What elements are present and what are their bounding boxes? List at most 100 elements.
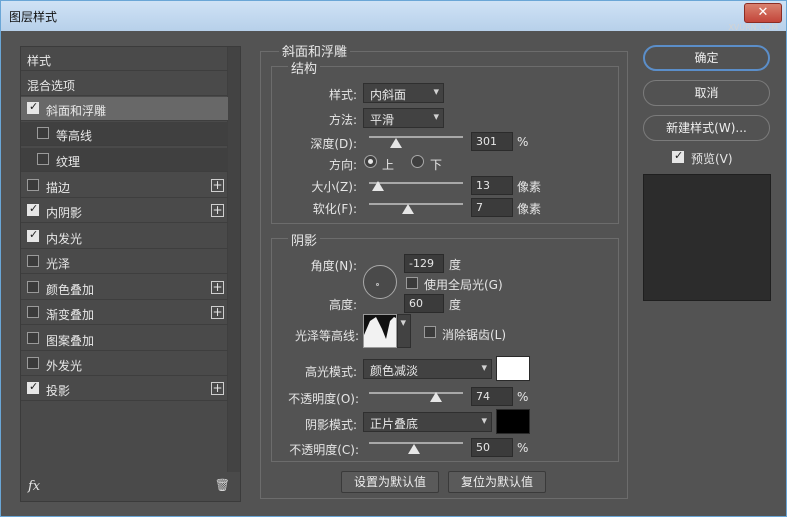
global-light-checkbox[interactable] (406, 277, 418, 289)
add-drop-shadow-icon[interactable]: + (211, 382, 224, 395)
shadow-opacity-field[interactable]: 50 (471, 438, 513, 457)
style-list-item-label: 图案叠加 (46, 334, 95, 348)
soften-slider[interactable] (369, 203, 463, 205)
add-gradient-overlay-icon[interactable]: + (211, 306, 224, 319)
style-list-panel: 样式 混合选项 斜面和浮雕 等高线 纹理 描边 + 内阴影 + 内发 (20, 46, 241, 502)
window-title: 图层样式 (9, 10, 58, 24)
gloss-contour-curve (364, 317, 396, 347)
global-light-label: 使用全局光(G) (424, 278, 503, 292)
soften-label: 软化(F): (312, 202, 357, 216)
preview-checkbox[interactable] (672, 149, 684, 163)
inner-shadow-checkbox[interactable] (27, 202, 39, 216)
watermark: XVURN.COM (728, 23, 778, 32)
make-default-button[interactable]: 设置为默认值 (341, 471, 439, 493)
shadow-opacity-label: 不透明度(C): (289, 443, 359, 457)
gradient-overlay-checkbox[interactable] (27, 306, 39, 318)
style-list-scrollbar[interactable] (227, 47, 240, 472)
stroke-checkbox[interactable] (27, 179, 39, 191)
depth-slider[interactable] (369, 136, 463, 138)
style-list-footer: fx 🗑 (21, 471, 240, 501)
style-list-item-pattern-overlay[interactable]: 图案叠加 (21, 327, 228, 351)
ok-button[interactable]: 确定 (643, 45, 770, 71)
add-color-overlay-icon[interactable]: + (211, 281, 224, 294)
style-preview-thumbnail (643, 174, 771, 301)
cancel-button[interactable]: 取消 (643, 80, 770, 106)
soften-field[interactable]: 7 (471, 198, 513, 217)
shadow-color-swatch[interactable] (496, 409, 530, 434)
style-select[interactable]: 内斜面 (363, 83, 444, 103)
size-field[interactable]: 13 (471, 176, 513, 195)
style-list-item-label: 投影 (46, 384, 71, 398)
style-list-item-drop-shadow[interactable]: 投影 + (21, 377, 228, 401)
technique-select[interactable]: 平滑 (363, 108, 444, 128)
gloss-contour-thumbnail[interactable] (363, 314, 397, 348)
altitude-unit: 度 (449, 298, 462, 312)
style-list-item-blending-options[interactable]: 混合选项 (21, 72, 228, 96)
antialias-checkbox[interactable] (424, 326, 436, 338)
shadow-opacity-handle[interactable] (408, 444, 420, 454)
antialias-label: 消除锯齿(L) (442, 328, 507, 342)
style-list-item-texture[interactable]: 纹理 (21, 148, 228, 172)
highlight-opacity-slider[interactable] (369, 392, 463, 394)
trash-icon[interactable]: 🗑 (215, 478, 230, 492)
style-list-item-contour[interactable]: 等高线 (21, 122, 228, 146)
new-style-button[interactable]: 新建样式(W)... (643, 115, 770, 141)
structure-title: 结构 (288, 58, 321, 77)
style-list-item-label: 外发光 (46, 359, 83, 373)
size-unit: 像素 (517, 180, 542, 194)
highlight-color-swatch[interactable] (496, 356, 530, 381)
direction-down-label: 下 (430, 158, 443, 172)
style-list-item-outer-glow[interactable]: 外发光 (21, 352, 228, 376)
size-slider-handle[interactable] (372, 181, 384, 191)
add-stroke-icon[interactable]: + (211, 179, 224, 192)
pattern-overlay-checkbox[interactable] (27, 332, 39, 344)
reset-default-button[interactable]: 复位为默认值 (448, 471, 546, 493)
texture-checkbox[interactable] (37, 153, 49, 165)
highlight-mode-select[interactable]: 颜色减淡 (363, 359, 492, 379)
style-label: 样式: (328, 88, 357, 102)
close-button[interactable]: ✕ (744, 3, 782, 23)
style-list-item-label: 描边 (46, 181, 71, 195)
shadow-opacity-unit: % (517, 441, 529, 455)
direction-up-label: 上 (382, 158, 395, 172)
angle-dial[interactable] (363, 265, 397, 299)
depth-slider-handle[interactable] (390, 138, 402, 148)
inner-glow-checkbox[interactable] (27, 228, 39, 242)
title-bar: 图层样式 ✕ (1, 1, 786, 31)
style-list-item-label: 渐变叠加 (46, 308, 95, 322)
drop-shadow-checkbox[interactable] (27, 380, 39, 394)
style-list-item-bevel-emboss[interactable]: 斜面和浮雕 (21, 97, 228, 121)
angle-label: 角度(N): (310, 259, 357, 273)
highlight-mode-label: 高光模式: (304, 365, 357, 379)
style-list-item-inner-shadow[interactable]: 内阴影 + (21, 199, 228, 223)
style-list-item-stroke[interactable]: 描边 + (21, 174, 228, 198)
altitude-field[interactable]: 60 (404, 294, 444, 313)
depth-field[interactable]: 301 (471, 132, 513, 151)
style-list-item-label: 颜色叠加 (46, 283, 95, 297)
direction-down-radio[interactable] (411, 155, 424, 168)
highlight-opacity-handle[interactable] (430, 392, 442, 402)
size-label: 大小(Z): (311, 180, 357, 194)
style-list-item-gradient-overlay[interactable]: 渐变叠加 + (21, 301, 228, 325)
style-list-item-satin[interactable]: 光泽 (21, 250, 228, 274)
style-list-item-styles[interactable]: 样式 (21, 47, 228, 71)
add-inner-shadow-icon[interactable]: + (211, 204, 224, 217)
highlight-opacity-field[interactable]: 74 (471, 387, 513, 406)
direction-label: 方向: (328, 158, 357, 172)
contour-checkbox[interactable] (37, 127, 49, 139)
bevel-emboss-checkbox[interactable] (27, 100, 39, 114)
direction-up-radio[interactable] (364, 155, 377, 168)
fx-icon[interactable]: fx (28, 479, 40, 494)
style-list-item-color-overlay[interactable]: 颜色叠加 + (21, 276, 228, 300)
gloss-contour-dropdown[interactable] (397, 314, 411, 348)
shadow-mode-select[interactable]: 正片叠底 (363, 412, 492, 432)
angle-field[interactable]: -129 (404, 254, 444, 273)
outer-glow-checkbox[interactable] (27, 357, 39, 369)
soften-slider-handle[interactable] (402, 204, 414, 214)
style-list-item-label: 光泽 (46, 257, 71, 271)
angle-unit: 度 (449, 258, 462, 272)
color-overlay-checkbox[interactable] (27, 281, 39, 293)
style-list-item-inner-glow[interactable]: 内发光 (21, 225, 228, 249)
style-list-item-label: 斜面和浮雕 (46, 104, 107, 118)
satin-checkbox[interactable] (27, 255, 39, 267)
